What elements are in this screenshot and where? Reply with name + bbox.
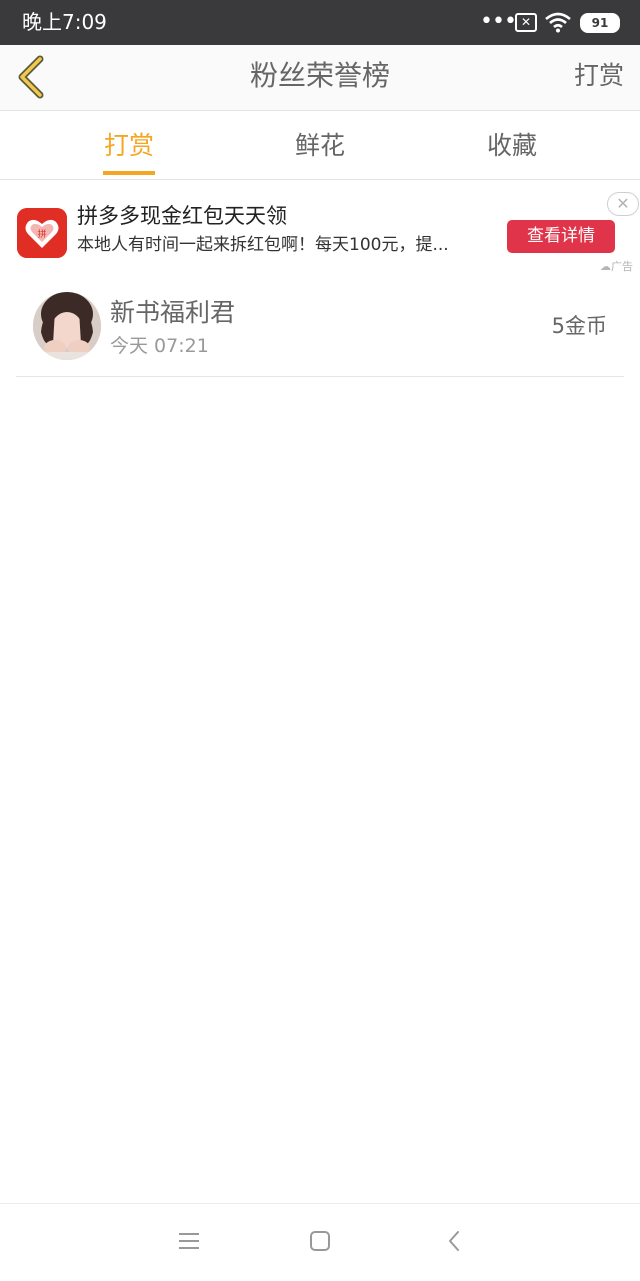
back-chevron-icon[interactable] [440, 1226, 470, 1256]
tab-favorites[interactable]: 收藏 [452, 129, 572, 163]
page-title: 粉丝荣誉榜 [249, 59, 390, 92]
active-tab-indicator [103, 171, 155, 175]
ad-banner[interactable]: 拼 拼多多现金红包天天领 本地人有时间一起来拆红包啊！每天100元，提... 查… [0, 180, 640, 276]
cloud-icon: ☁ [600, 260, 611, 273]
sim-x-icon: ✕ [515, 13, 537, 32]
pinduoduo-logo-icon: 拼 [17, 208, 67, 258]
status-bar: 晚上7:09 ••• ✕ 91 [0, 0, 640, 45]
status-time: 晚上7:09 [22, 10, 107, 34]
more-dots-icon: ••• [480, 9, 517, 34]
svg-text:拼: 拼 [37, 228, 46, 240]
battery-icon: 91 [580, 13, 620, 33]
menu-icon[interactable] [174, 1226, 204, 1256]
home-square-icon[interactable] [305, 1226, 335, 1256]
wifi-icon [545, 12, 571, 33]
fan-time: 今天 07:21 [110, 335, 209, 357]
reward-button[interactable]: 打赏 [574, 59, 624, 93]
ad-title: 拼多多现金红包天天领 [77, 204, 287, 228]
avatar [33, 292, 101, 360]
ad-close-icon[interactable]: ✕ [607, 192, 639, 216]
list-item[interactable]: 新书福利君 今天 07:21 5金币 [16, 276, 624, 377]
ad-description: 本地人有时间一起来拆红包啊！每天100元，提... [77, 235, 449, 255]
view-details-button[interactable]: 查看详情 [507, 220, 615, 253]
ad-label: ☁广告 [600, 260, 633, 274]
system-nav-bar [0, 1203, 640, 1281]
nav-bar: 粉丝荣誉榜 打赏 [0, 45, 640, 111]
tab-bar: 打赏 鲜花 收藏 [0, 111, 640, 180]
fan-name: 新书福利君 [110, 298, 236, 327]
reward-amount: 5金币 [551, 314, 607, 338]
tab-flowers[interactable]: 鲜花 [260, 129, 380, 163]
tab-reward[interactable]: 打赏 [69, 129, 189, 163]
ad-tag-text: 广告 [611, 260, 633, 273]
